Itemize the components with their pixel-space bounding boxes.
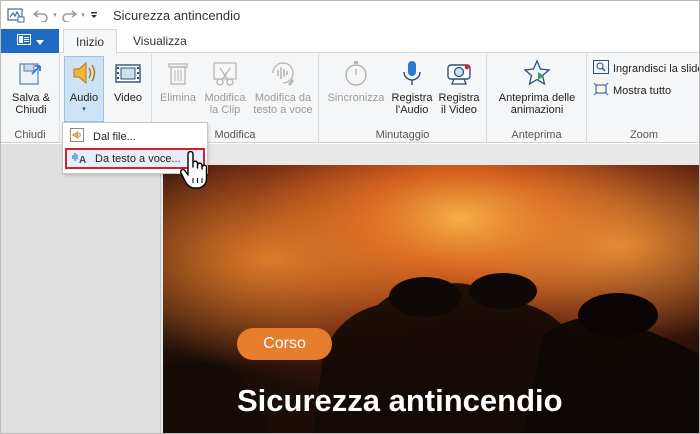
zoom-slide-icon (593, 60, 609, 77)
redo-dropdown-icon[interactable]: ▾ (79, 11, 87, 19)
zoom-slide-label: Ingrandisci la slide (613, 62, 700, 75)
film-icon (112, 57, 144, 89)
menu-item-from-file[interactable]: Dal file... (65, 126, 205, 147)
file-menu-button[interactable] (1, 29, 59, 53)
svg-text:A: A (79, 155, 86, 165)
save-close-button[interactable]: Salva & Chiudi (9, 57, 53, 116)
show-all-label: Mostra tutto (613, 84, 672, 97)
record-video-label: Registra il Video (438, 92, 480, 116)
group-anteprima: Anteprima delle animazioni Anteprima (487, 53, 587, 143)
ribbon-tabs: Inizio Visualizza (1, 29, 699, 54)
record-video-button[interactable]: Registra il Video (436, 57, 482, 116)
video-label: Video (114, 92, 142, 104)
group-label-zoom: Zoom (629, 129, 659, 141)
quick-access-toolbar: ▾ ▾ (31, 6, 101, 24)
sync-label: Sincronizza (327, 92, 385, 104)
speaker-icon (68, 57, 100, 89)
save-close-label: Salva & Chiudi (12, 92, 50, 116)
tab-inizio[interactable]: Inizio (63, 29, 118, 54)
preview-animations-label: Anteprima delle animazioni (498, 92, 576, 116)
title-bar: ▾ ▾ Sicurezza antincendio (1, 1, 699, 29)
edit-text-to-speech-label: Modifica da testo a voce (253, 92, 313, 116)
group-label-chiudi: Chiudi (14, 129, 46, 141)
menu-item-from-file-label: Dal file... (93, 130, 136, 143)
show-all-icon (593, 82, 609, 99)
hand-cursor-icon (180, 151, 208, 189)
delete-button[interactable]: Elimina (158, 57, 198, 104)
group-label-minutaggio: Minutaggio (375, 129, 430, 141)
group-chiudi: Salva & Chiudi Chiudi (1, 53, 60, 143)
customize-toolbar-icon[interactable] (87, 6, 101, 24)
video-button[interactable]: Video (108, 57, 148, 104)
menu-item-text-to-speech-label: Da testo a voce... (95, 152, 181, 165)
edit-clip-button[interactable]: Modifica la Clip (201, 57, 249, 116)
group-label-anteprima: Anteprima (511, 129, 562, 141)
edit-clip-label: Modifica la Clip (204, 92, 246, 116)
delete-label: Elimina (159, 92, 197, 104)
slide-preview[interactable]: Corso Sicurezza antincendio (163, 165, 699, 433)
scissors-icon (209, 57, 241, 89)
file-menu-icon (16, 34, 31, 48)
course-badge: Corso (237, 328, 332, 360)
course-title: Sicurezza antincendio (237, 383, 563, 418)
save-close-icon (15, 57, 47, 89)
zoom-slide-button[interactable]: Ingrandisci la slide (593, 60, 700, 77)
stopwatch-icon (340, 57, 372, 89)
show-all-button[interactable]: Mostra tutto (593, 82, 671, 99)
undo-icon[interactable] (31, 6, 51, 24)
chevron-down-icon (35, 34, 44, 48)
group-zoom: Ingrandisci la slide Mostra tutto Zoom (587, 53, 700, 143)
record-audio-label: Registra l'Audio (391, 92, 433, 116)
slide-panel[interactable] (1, 144, 161, 433)
window-title: Sicurezza antincendio (113, 8, 241, 23)
tab-visualizza[interactable]: Visualizza (121, 29, 199, 53)
group-minutaggio: Sincronizza Registra l'Audio Registra il… (319, 53, 487, 143)
redo-icon[interactable] (59, 6, 79, 24)
app-window: ▾ ▾ Sicurezza antincendio Inizio Visuali… (0, 0, 700, 434)
app-icon (7, 7, 25, 23)
record-audio-button[interactable]: Registra l'Audio (389, 57, 435, 116)
text-to-speech-icon (267, 57, 299, 89)
chevron-down-icon: ▾ (82, 106, 86, 113)
audio-button[interactable]: Audio ▾ (64, 56, 104, 122)
audio-file-icon (69, 127, 85, 146)
webcam-icon (443, 57, 475, 89)
edit-text-to-speech-button[interactable]: Modifica da testo a voce (250, 57, 316, 116)
preview-animations-button[interactable]: Anteprima delle animazioni (493, 57, 581, 116)
text-to-speech-icon: A (71, 149, 87, 168)
undo-dropdown-icon[interactable]: ▾ (51, 11, 59, 19)
audio-label: Audio (69, 92, 99, 104)
trash-icon (162, 57, 194, 89)
microphone-icon (396, 57, 428, 89)
sync-button[interactable]: Sincronizza (325, 57, 387, 104)
editor-workspace: Corso Sicurezza antincendio (1, 144, 699, 433)
star-preview-icon (521, 57, 553, 89)
